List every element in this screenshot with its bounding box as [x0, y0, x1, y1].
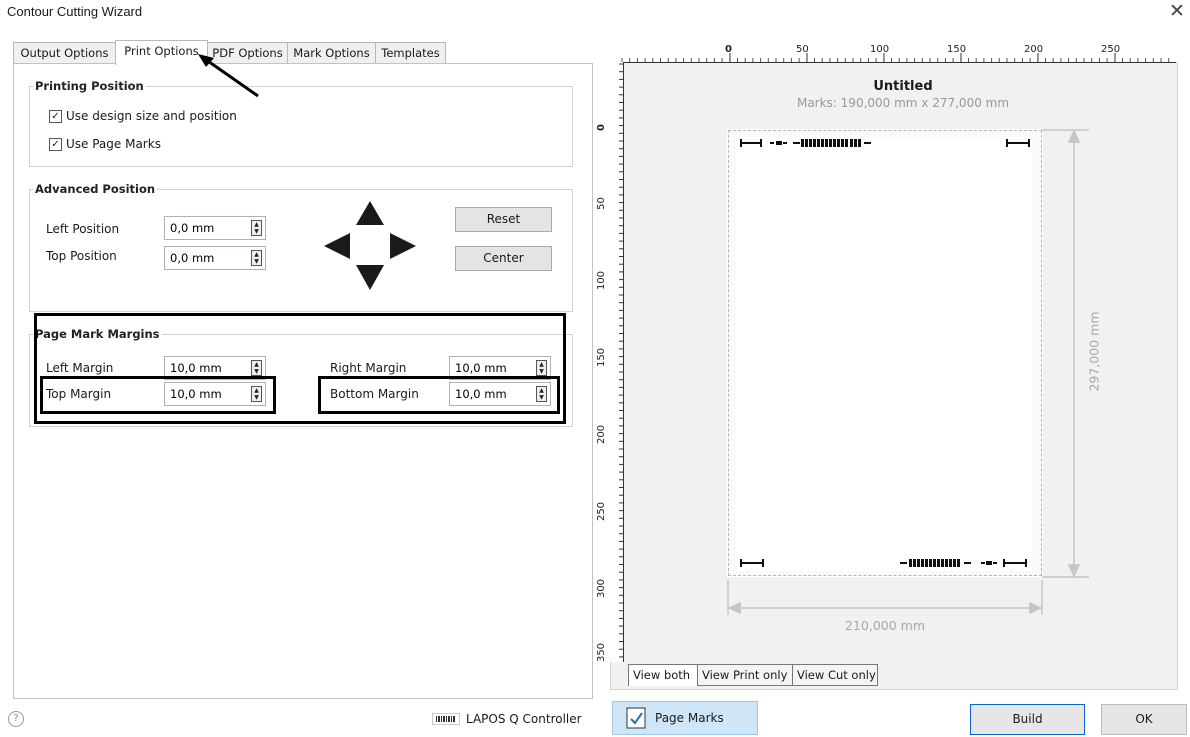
- height-dimension-label: 297,000 mm: [1086, 311, 1102, 392]
- print-options-panel: Printing Position ✓ Use design size and …: [13, 63, 593, 699]
- ruler-left-label: 0: [595, 124, 607, 131]
- preview-marks-info: Marks: 190,000 mm x 277,000 mm: [796, 96, 1010, 110]
- spin-arrows-icon[interactable]: ▲ ▼: [251, 220, 262, 236]
- arrow-right-icon[interactable]: [390, 233, 416, 259]
- use-design-size-checkbox-row[interactable]: ✓ Use design size and position: [49, 109, 237, 123]
- preview-doc-title: Untitled: [873, 79, 933, 94]
- bottom-margin-input[interactable]: [453, 386, 529, 402]
- build-button[interactable]: Build: [970, 704, 1085, 735]
- tab-view-print-only[interactable]: View Print only: [697, 664, 793, 686]
- use-page-marks-checkbox-row[interactable]: ✓ Use Page Marks: [49, 137, 161, 151]
- left-position-input[interactable]: [168, 220, 244, 236]
- page-mark-margins-legend: Page Mark Margins: [35, 327, 160, 341]
- ruler-left-label: 100: [596, 270, 608, 291]
- use-page-marks-checkbox[interactable]: ✓: [49, 137, 62, 151]
- right-margin-label: Right Margin: [330, 361, 407, 375]
- lapos-controller-button[interactable]: LAPOS Q Controller: [432, 706, 582, 732]
- page-marks-icon: [626, 707, 646, 729]
- top-position-input[interactable]: [168, 250, 244, 266]
- left-position-stepper[interactable]: ▲▼: [164, 216, 266, 240]
- ruler-left-svg: [619, 63, 624, 658]
- printing-position-legend: Printing Position: [35, 79, 144, 93]
- spin-arrows-icon[interactable]: ▲ ▼: [251, 386, 262, 402]
- spin-arrows-icon[interactable]: ▲ ▼: [536, 386, 547, 402]
- window-title: Contour Cutting Wizard: [7, 4, 143, 19]
- ruler-top-ticks: [620, 43, 1176, 63]
- top-position-stepper[interactable]: ▲▼: [164, 246, 266, 270]
- reset-button[interactable]: Reset: [455, 207, 552, 232]
- arrow-down-icon[interactable]: [356, 265, 384, 290]
- ruler-top-label: 100: [870, 44, 890, 55]
- ruler-left-label: 300: [596, 578, 608, 599]
- spin-arrows-icon[interactable]: ▲ ▼: [251, 250, 262, 266]
- page-marks-button[interactable]: Page Marks: [612, 701, 758, 735]
- ruler-left-label: 150: [596, 347, 608, 368]
- ruler-top-label: 250: [1101, 44, 1121, 55]
- advanced-position-legend: Advanced Position: [35, 182, 156, 196]
- left-margin-stepper[interactable]: ▲▼: [164, 356, 266, 380]
- left-position-label: Left Position: [46, 222, 120, 236]
- ruler-left-label: 200: [596, 424, 608, 445]
- arrow-up-icon[interactable]: [356, 201, 384, 225]
- tab-output-options[interactable]: Output Options: [13, 42, 116, 64]
- direction-pad: [324, 201, 416, 290]
- dimension-lines: [727, 129, 1089, 615]
- ruler-left: [610, 62, 624, 662]
- top-margin-label: Top Margin: [46, 387, 112, 401]
- lapos-controller-label: LAPOS Q Controller: [466, 712, 582, 726]
- ok-button[interactable]: OK: [1101, 704, 1187, 735]
- ruler-top-label: 50: [796, 44, 809, 55]
- ruler-top-label: 0: [725, 44, 732, 55]
- use-design-size-label: Use design size and position: [66, 109, 237, 123]
- width-dimension-label: 210,000 mm: [844, 618, 926, 633]
- tab-view-both[interactable]: View both: [628, 664, 698, 686]
- tab-templates[interactable]: Templates: [375, 42, 446, 64]
- ruler-top-label: 200: [1024, 44, 1044, 55]
- ruler-left-label: 50: [595, 197, 607, 210]
- use-page-marks-label: Use Page Marks: [66, 137, 161, 151]
- use-design-size-checkbox[interactable]: ✓: [49, 109, 62, 123]
- left-margin-input[interactable]: [168, 360, 244, 376]
- printing-position-group: Printing Position: [29, 79, 573, 167]
- ruler-left-label: 350: [596, 642, 608, 663]
- ruler-left-label: 250: [596, 501, 608, 522]
- top-margin-input[interactable]: [168, 386, 244, 402]
- spin-arrows-icon[interactable]: ▲ ▼: [251, 360, 262, 376]
- tab-view-cut-only[interactable]: View Cut only: [792, 664, 878, 686]
- left-margin-label: Left Margin: [46, 361, 114, 375]
- tab-mark-options[interactable]: Mark Options: [287, 42, 376, 64]
- help-icon[interactable]: ?: [8, 711, 24, 727]
- ruler-top-label: 150: [947, 44, 967, 55]
- bottom-margin-label: Bottom Margin: [330, 387, 419, 401]
- right-margin-stepper[interactable]: ▲▼: [449, 356, 551, 380]
- barcode-icon: [432, 713, 460, 725]
- center-button[interactable]: Center: [455, 246, 552, 271]
- ruler-top-svg: [621, 53, 1170, 62]
- right-margin-input[interactable]: [453, 360, 529, 376]
- bottom-margin-stepper[interactable]: ▲▼: [449, 382, 551, 406]
- annotation-arrow: [198, 54, 259, 98]
- spin-arrows-icon[interactable]: ▲ ▼: [536, 360, 547, 376]
- page-marks-label: Page Marks: [655, 711, 724, 725]
- arrow-left-icon[interactable]: [324, 233, 350, 259]
- close-icon[interactable]: ✕: [1166, 0, 1188, 22]
- top-position-label: Top Position: [46, 249, 117, 263]
- top-margin-stepper[interactable]: ▲▼: [164, 382, 266, 406]
